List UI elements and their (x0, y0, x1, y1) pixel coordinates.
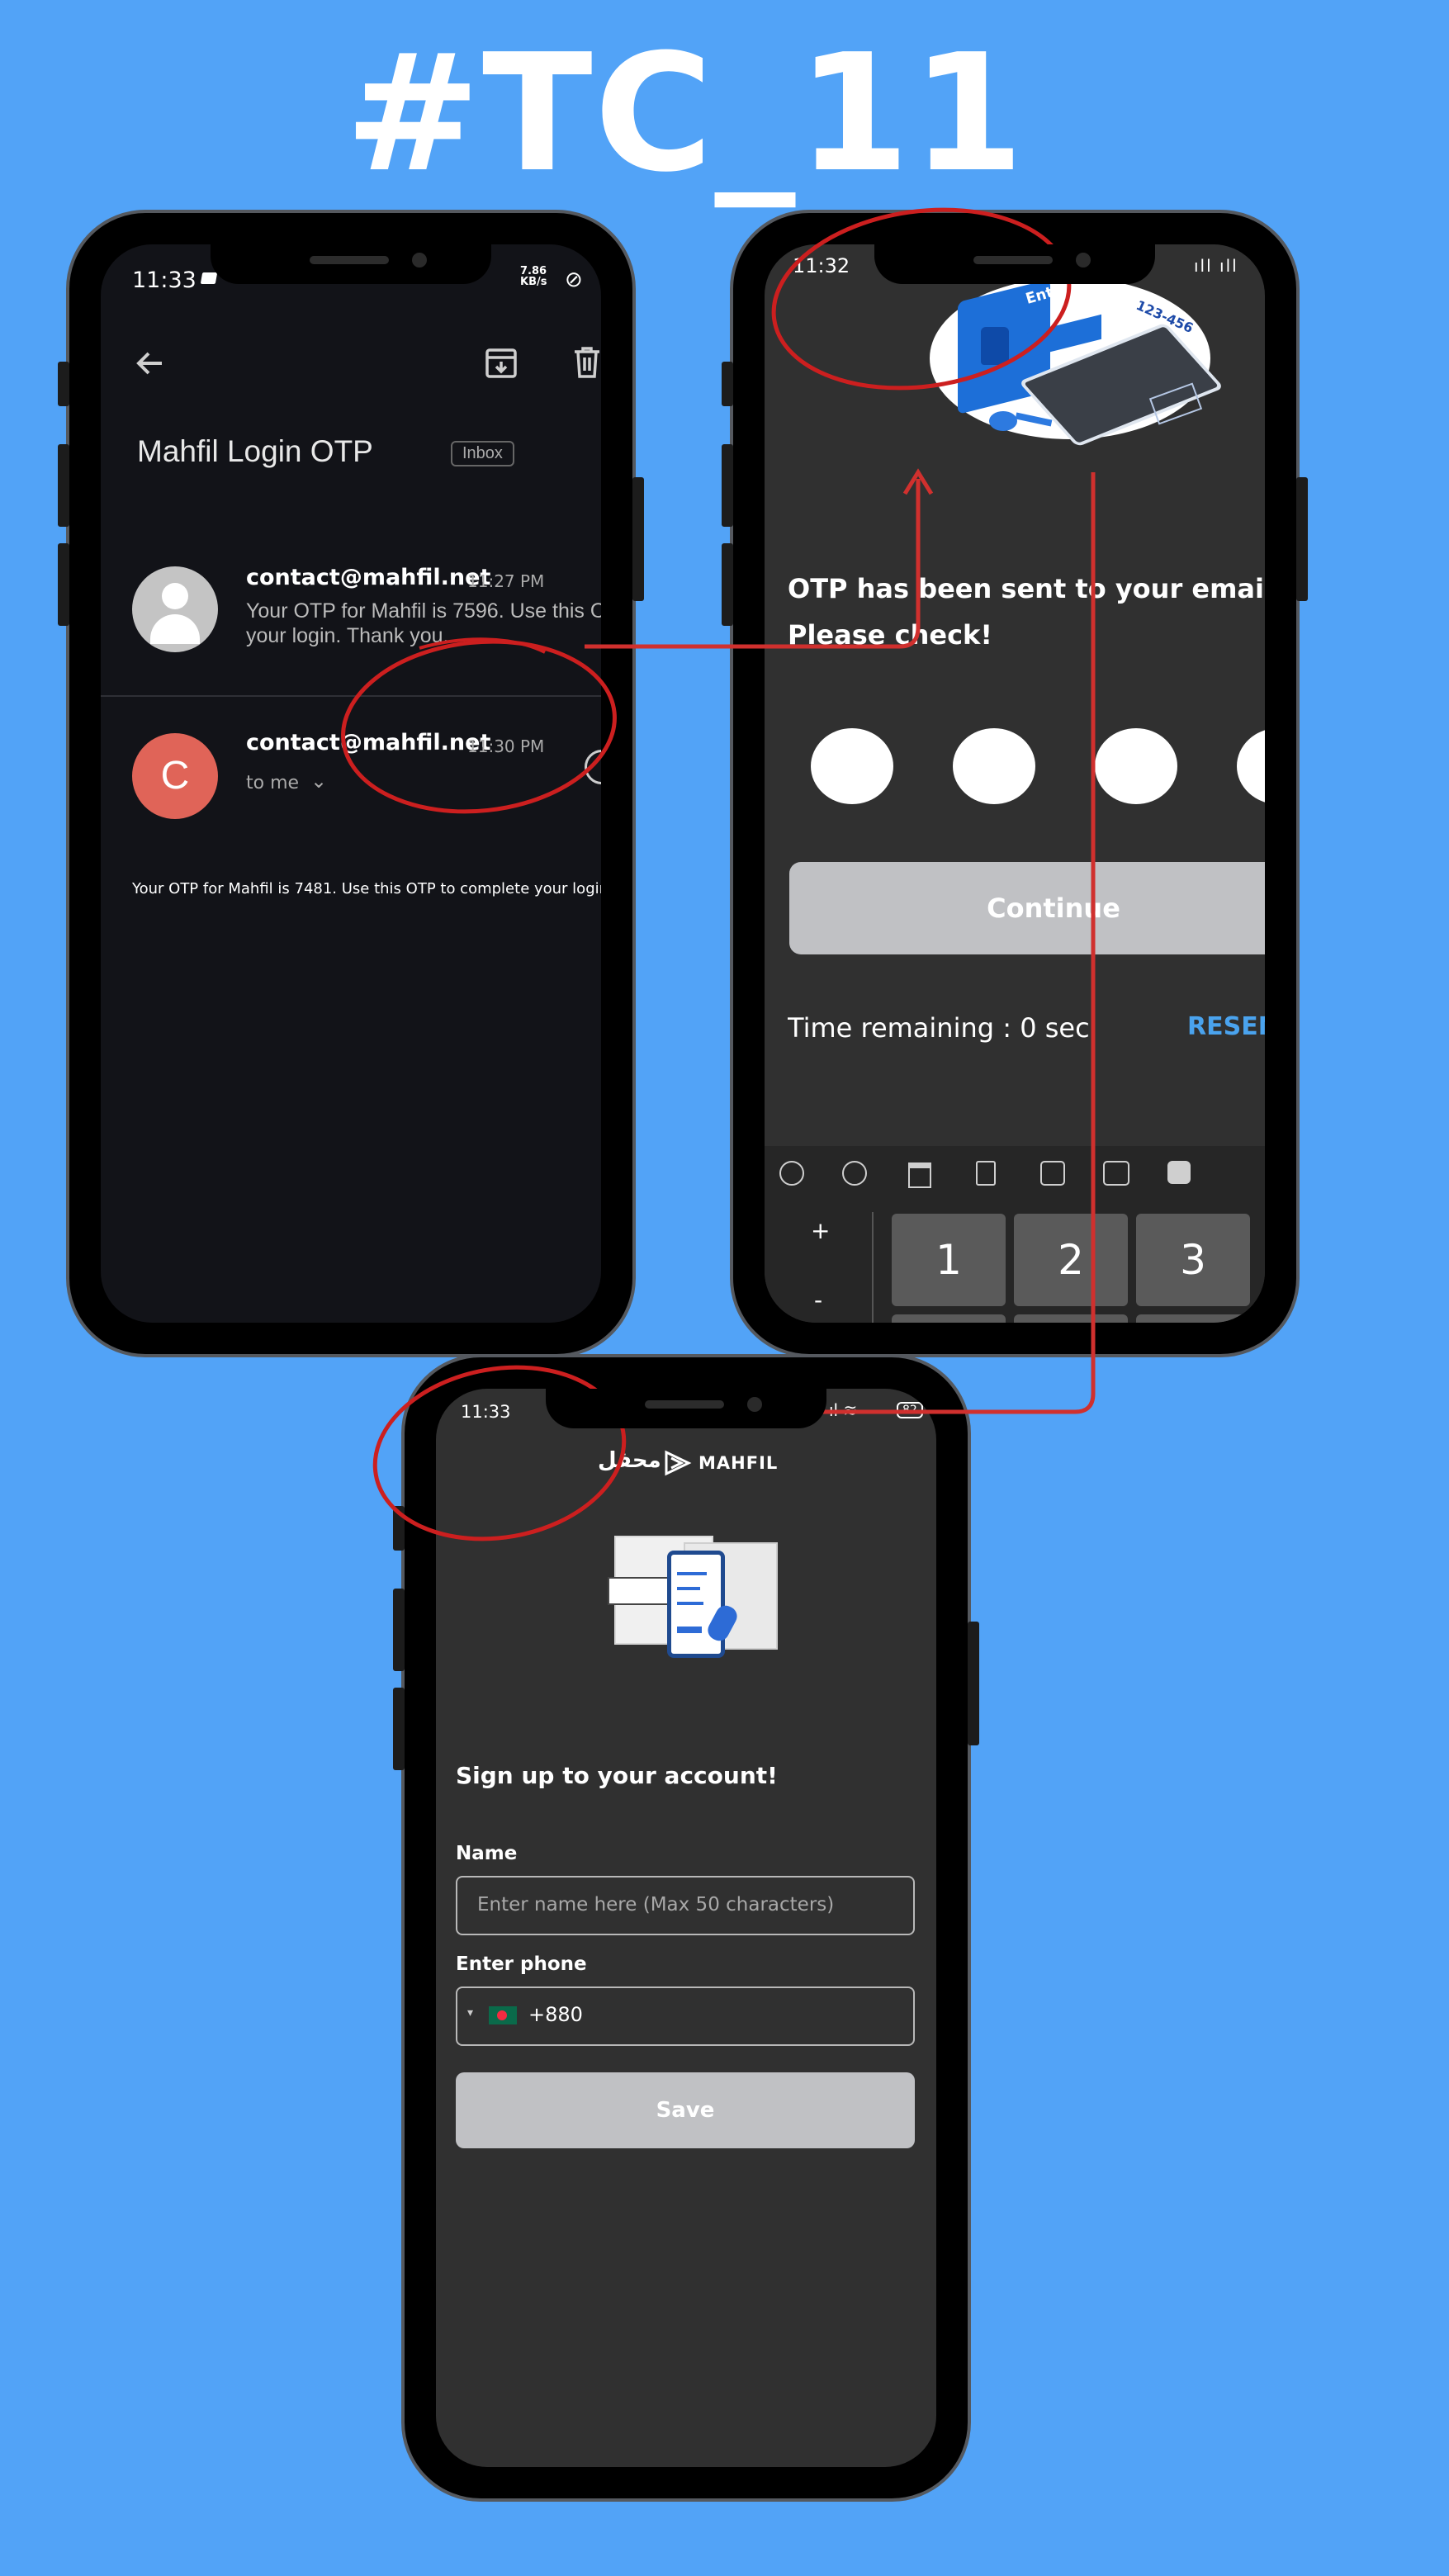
phone-otp: 11:32 ıll ıll Ente 123-456 OTP has been … (722, 210, 1308, 1357)
archive-icon[interactable] (482, 343, 520, 381)
phone-signup: 11:33 ıl ≋ 82 محفل MAHFIL Sign up to you… (393, 1354, 979, 2502)
numbers-icon[interactable] (1103, 1161, 1129, 1186)
phone-value: +880 (528, 2003, 583, 2026)
signup-heading: Sign up to your account! (456, 1762, 778, 1789)
resend-link[interactable]: RESEND (1187, 1012, 1265, 1041)
emoji-icon[interactable] (842, 1161, 867, 1186)
message-sender: contact@mahfil.net (246, 565, 491, 590)
battery-icon: 82 (897, 1402, 923, 1418)
divider (101, 695, 601, 697)
status-time: 11:32 (793, 254, 850, 277)
signal-icon: ıll ıll (1194, 256, 1238, 276)
brand-name: MAHFIL (698, 1453, 779, 1473)
translate-box-icon[interactable] (1040, 1161, 1065, 1186)
country-dropdown-icon[interactable]: ▾ (467, 2006, 473, 2020)
key-6[interactable]: 6 (1136, 1314, 1250, 1323)
key-2[interactable]: 2 (1014, 1214, 1128, 1306)
key-4[interactable]: 4 (892, 1314, 1006, 1323)
mahfil-logo-icon (665, 1450, 692, 1476)
key-1[interactable]: 1 (892, 1214, 1006, 1306)
timer-text: Time remaining : 0 sec (788, 1012, 1090, 1044)
otp-message-line1: OTP has been sent to your email. (788, 573, 1265, 604)
emoji-react-icon[interactable] (585, 750, 601, 784)
store-icon[interactable] (908, 1163, 931, 1188)
back-arrow-icon[interactable] (132, 345, 168, 381)
name-label: Name (456, 1843, 518, 1864)
phone-gmail: 11:33 7.86 KB/s ⊘ Mahfil Login OTP Inbox… (58, 210, 644, 1357)
otp-digit-3[interactable] (1095, 728, 1177, 804)
assistant-icon[interactable] (1167, 1161, 1191, 1184)
keyboard: + - 1 2 3 4 5 6 (765, 1146, 1265, 1323)
phone-field[interactable]: ▾ +880 (456, 1986, 915, 2046)
otp-digit-1[interactable] (811, 728, 893, 804)
phone-label: Enter phone (456, 1953, 587, 1975)
avatar (132, 566, 218, 652)
page-title: #TC_11 (344, 20, 1026, 208)
status-time: 11:33 (461, 1402, 511, 1422)
name-field[interactable]: Enter name here (Max 50 characters) (456, 1876, 915, 1935)
name-placeholder: Enter name here (Max 50 characters) (477, 1894, 835, 1915)
wifi-icon: ıl ≋ (829, 1400, 858, 1420)
save-button[interactable]: Save (456, 2072, 915, 2148)
message-preview-line2: your login. Thank you. (246, 624, 449, 647)
message-time: 11:30 PM (467, 736, 545, 756)
delete-icon[interactable] (568, 343, 601, 381)
status-time: 11:33 (132, 268, 197, 293)
message-status-icon (200, 272, 218, 284)
keyboard-toolbar (765, 1146, 1265, 1204)
message-time: 11:27 PM (467, 571, 545, 591)
otp-message-line2: Please check! (788, 619, 992, 651)
brand-arabic: محفل (598, 1448, 661, 1473)
otp-digit-2[interactable] (953, 728, 1035, 804)
avatar: C (132, 733, 218, 819)
clipboard-icon[interactable] (976, 1161, 996, 1186)
bangladesh-flag-icon[interactable] (489, 2006, 517, 2024)
email-subject: Mahfil Login OTP (137, 434, 373, 468)
key-minus[interactable]: - (814, 1286, 822, 1314)
message-preview: Your OTP for Mahfil is 7596. Use this OT… (246, 599, 601, 623)
inbox-label[interactable]: Inbox (451, 441, 514, 466)
network-speed: 7.86 KB/s (520, 265, 547, 288)
key-5[interactable]: 5 (1014, 1314, 1128, 1323)
chevron-down-icon[interactable]: ⌄ (310, 769, 327, 793)
otp-digit-4[interactable] (1237, 728, 1265, 804)
translate-icon[interactable] (779, 1161, 804, 1186)
recipient-label: to me (246, 773, 300, 793)
message-sender: contact@mahfil.net (246, 730, 491, 755)
key-3[interactable]: 3 (1136, 1214, 1250, 1306)
mute-icon: ⊘ (565, 268, 583, 292)
email-body: Your OTP for Mahfil is 7481. Use this OT… (132, 880, 601, 897)
key-plus[interactable]: + (811, 1217, 830, 1244)
continue-button[interactable]: Continue (789, 862, 1265, 954)
